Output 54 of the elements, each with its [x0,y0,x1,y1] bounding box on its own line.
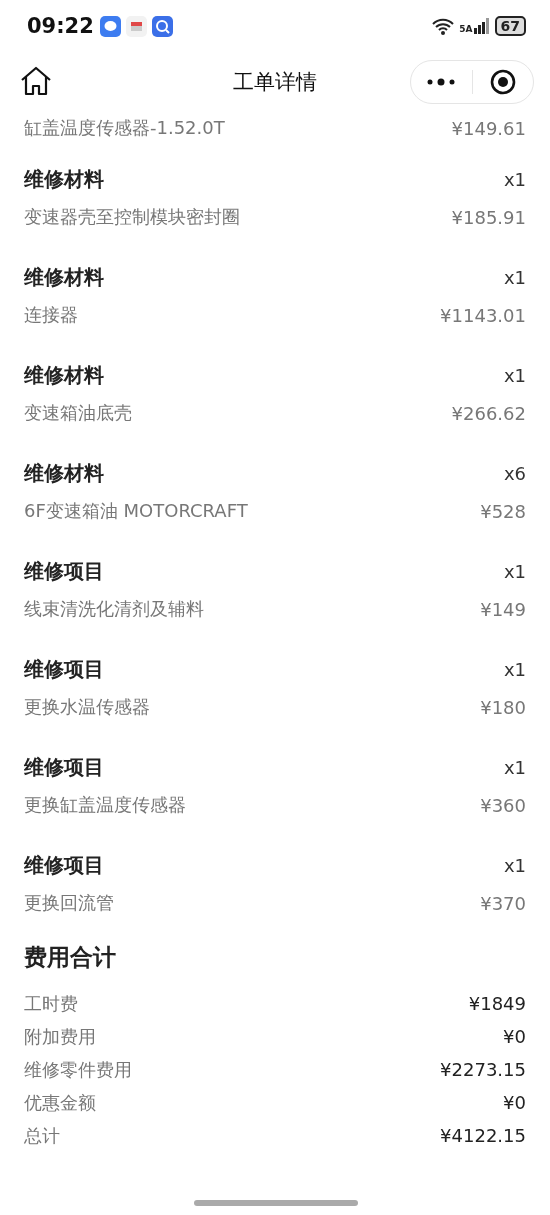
item-quantity: x1 [503,364,526,386]
item-quantity: x1 [503,756,526,778]
item-quantity: x6 [503,462,526,484]
item-name: 更换水温传感器 [24,695,150,719]
item-category: 维修材料 [24,165,104,193]
item-quantity: x1 [503,658,526,680]
app-icon [125,15,147,37]
fee-value: ¥2273.15 [440,1059,526,1080]
network-label: 5A [459,25,473,34]
fee-label: 总计 [24,1123,60,1148]
chart-search-icon [151,15,173,37]
item-name: 连接器 [24,303,78,327]
message-icon [99,15,121,37]
item-price: ¥149 [480,598,526,620]
item-category: 维修材料 [24,459,104,487]
item-quantity: x1 [503,560,526,582]
page-title: 工单详情 [233,70,317,94]
item-category: 维修项目 [24,753,104,781]
signal-icon [473,18,490,34]
item-quantity: x1 [503,168,526,190]
fee-value: ¥0 [503,1026,526,1047]
fee-label: 工时费 [24,991,78,1016]
item-category: 维修材料 [24,361,104,389]
item-category: 维修材料 [24,263,104,291]
item-category: 维修项目 [24,557,104,585]
item-quantity: x1 [503,266,526,288]
item-price: ¥360 [480,794,526,816]
item-name: 线束清洗化清剂及辅料 [24,597,204,621]
battery-level: 67 [494,16,526,36]
item-price: ¥149.61 [451,117,526,139]
fee-label: 维修零件费用 [24,1057,132,1082]
item-name: 更换回流管 [24,891,114,915]
item-category: 维修项目 [24,851,104,879]
fee-label: 优惠金额 [24,1090,96,1115]
wifi-icon [432,17,455,35]
fee-value: ¥1849 [468,993,526,1014]
item-price: ¥370 [480,892,526,914]
item-name: 缸盖温度传感器-1.52.0T [24,116,225,140]
fee-value: ¥4122.15 [440,1125,526,1146]
item-name: 变速器壳至控制模块密封圈 [24,205,240,229]
status-time: 09:22 [27,14,94,38]
item-price: ¥1143.01 [440,304,526,326]
item-name: 更换缸盖温度传感器 [24,793,186,817]
item-price: ¥266.62 [451,402,526,424]
item-quantity: x1 [503,854,526,876]
item-category: 维修项目 [24,655,104,683]
fee-value: ¥0 [503,1092,526,1113]
item-name: 6F变速箱油 MOTORCRAFT [24,499,248,523]
item-price: ¥180 [480,696,526,718]
item-name: 变速箱油底壳 [24,401,132,425]
fee-label: 附加费用 [24,1024,96,1049]
item-price: ¥185.91 [451,206,526,228]
section-title: 费用合计 [24,944,116,970]
item-price: ¥528 [480,500,526,522]
